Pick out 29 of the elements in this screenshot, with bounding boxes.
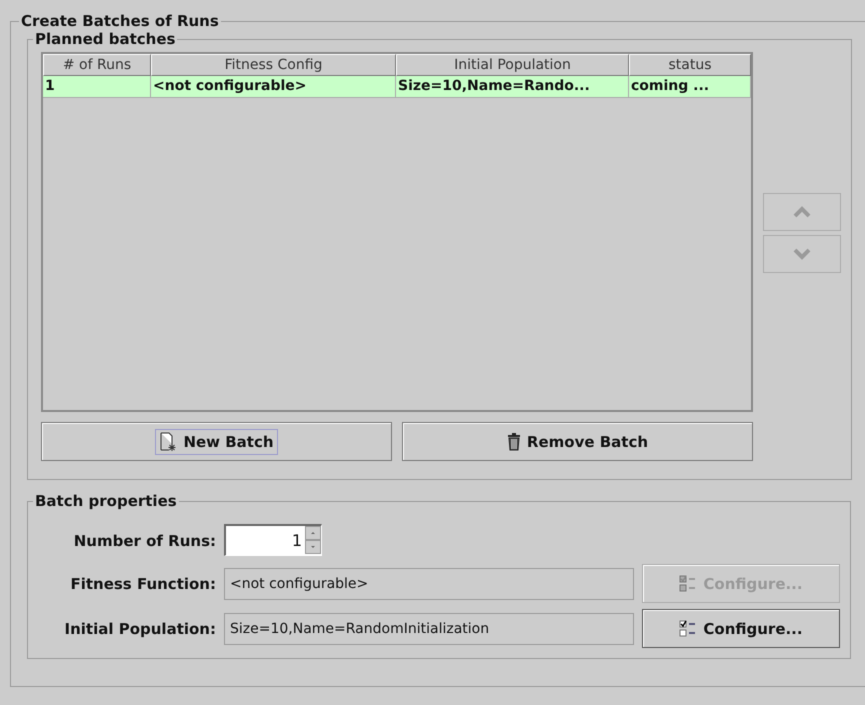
field-label: Initial Population: [64, 620, 216, 638]
column-header[interactable]: Fitness Config [151, 54, 396, 76]
group-title: Create Batches of Runs [20, 12, 220, 30]
table-cell: <not configurable> [151, 76, 396, 98]
text-field[interactable]: Size=10,Name=RandomInitialization [224, 612, 634, 644]
chevron-down-icon [793, 248, 811, 260]
number-spinner[interactable]: 1 [224, 524, 322, 556]
spin-down-icon[interactable] [305, 540, 321, 554]
text-field[interactable]: <not configurable> [224, 568, 634, 600]
column-header[interactable]: # of Runs [43, 54, 151, 76]
column-header[interactable]: status [629, 54, 751, 76]
table-cell: 1 [43, 76, 151, 98]
table-cell: Size=10,Name=Rando... [396, 76, 629, 98]
panel-title: Batch properties [34, 492, 178, 510]
column-header[interactable]: Initial Population [396, 54, 629, 76]
table-cell: coming ... [629, 76, 751, 98]
spin-up-icon[interactable] [305, 526, 321, 540]
remove-batch-button[interactable]: Remove Batch [402, 422, 753, 461]
trash-icon [506, 432, 521, 450]
new-batch-button[interactable]: New Batch [41, 422, 392, 461]
field-label: Number of Runs: [72, 532, 216, 550]
configure-button[interactable]: Configure... [642, 609, 840, 648]
panel-title: Planned batches [34, 30, 176, 48]
checklist-icon [679, 618, 698, 638]
chevron-up-icon [793, 206, 811, 218]
table-row[interactable]: 1 <not configurable> Size=10,Name=Rando... coming ... [43, 76, 751, 98]
new-document-icon [159, 432, 178, 452]
checklist-icon [679, 574, 698, 594]
field-label: Fitness Function: [69, 574, 216, 592]
